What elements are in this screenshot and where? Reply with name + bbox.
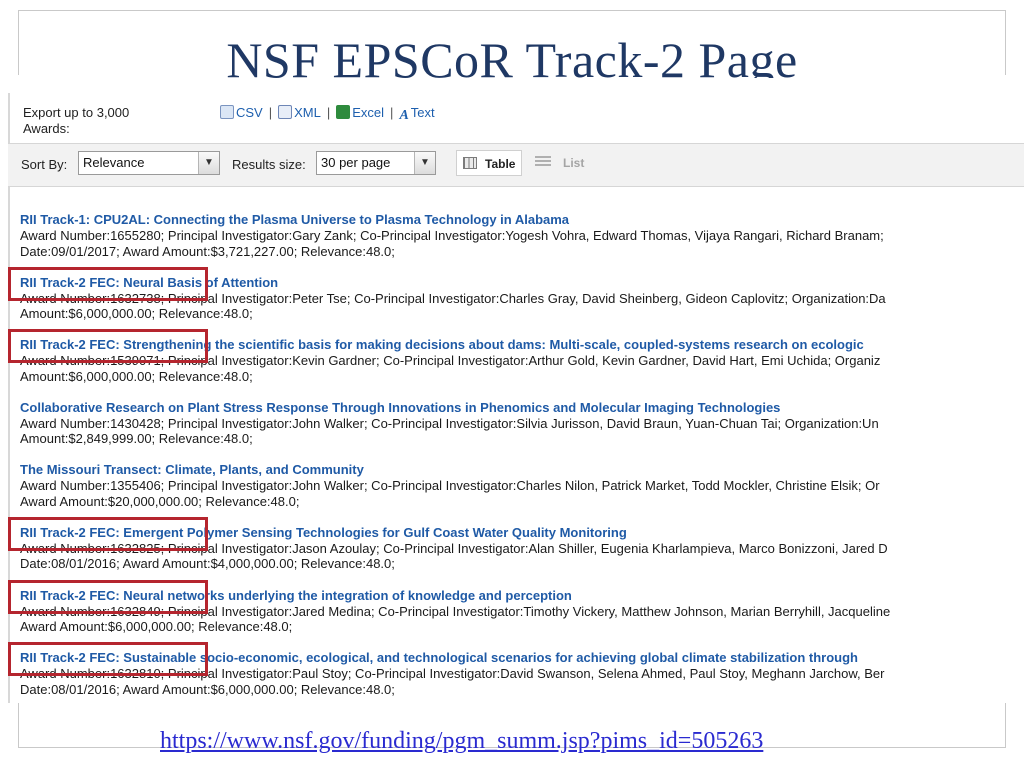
slide-title: NSF EPSCoR Track-2 Page [226, 32, 798, 78]
result-amount: Amount:$2,849,999.00; Relevance:48.0; [20, 431, 253, 447]
text-file-icon: A [399, 108, 409, 123]
nsf-search-screenshot: Export up to 3,000 Awards: CSV | XML | Excel… [8, 75, 1024, 703]
highlight-box [8, 329, 208, 364]
result-title-link[interactable]: Collaborative Research on Plant Stress R… [20, 400, 1024, 416]
table-grid-icon [463, 157, 477, 169]
results-size-label: Results size: [232, 157, 306, 172]
export-links: CSV | XML | Excel | A Text [220, 105, 435, 124]
csv-file-icon [220, 105, 234, 119]
export-label: Export up to 3,000 Awards: [23, 105, 130, 136]
result-amount: Date:08/01/2016; Award Amount:$4,000,000… [20, 556, 395, 572]
export-excel-link[interactable]: Excel [352, 105, 384, 120]
result-amount: Award Amount:$20,000,000.00; Relevance:4… [20, 493, 300, 509]
result-details: Award Number:1655280; Principal Investig… [20, 228, 884, 243]
result-item: Collaborative Research on Plant Stress R… [20, 400, 1024, 463]
list-view-button[interactable]: List [535, 150, 584, 176]
chevron-down-icon[interactable]: ▼ [198, 152, 219, 174]
chevron-down-icon[interactable]: ▼ [414, 152, 435, 174]
table-view-label: Table [485, 157, 516, 171]
highlight-box [8, 642, 208, 677]
export-csv-link[interactable]: CSV [236, 105, 263, 120]
result-amount: Amount:$6,000,000.00; Relevance:48.0; [20, 306, 253, 322]
result-title-link[interactable]: The Missouri Transect: Climate, Plants, … [20, 462, 1024, 478]
result-item: RII Track-1: CPU2AL: Connecting the Plas… [20, 212, 1024, 275]
list-view-label: List [563, 156, 585, 170]
export-text-link[interactable]: Text [411, 105, 435, 120]
list-icon [535, 156, 551, 168]
excel-file-icon [336, 105, 351, 119]
export-xml-link[interactable]: XML [294, 105, 321, 120]
result-amount: Date:09/01/2017; Award Amount:$3,721,227… [20, 243, 395, 259]
result-title-link[interactable]: RII Track-1: CPU2AL: Connecting the Plas… [20, 212, 1024, 228]
result-item: The Missouri Transect: Climate, Plants, … [20, 462, 1024, 525]
xml-file-icon [278, 105, 293, 119]
result-item: RII Track-2 FEC: Sustainable socio-econo… [8, 642, 1024, 703]
highlight-box [8, 266, 208, 301]
result-amount: Date:08/01/2016; Award Amount:$6,000,000… [20, 681, 395, 697]
table-view-button[interactable]: Table [456, 150, 523, 176]
separator: | [390, 105, 394, 120]
result-item: RII Track-2 FEC: Neural networks underly… [8, 579, 1024, 651]
highlight-box [8, 516, 208, 551]
result-amount: Amount:$6,000,000.00; Relevance:48.0; [20, 368, 253, 384]
highlight-box [8, 579, 208, 614]
results-list: RII Track-1: CPU2AL: Connecting the Plas… [8, 212, 1024, 703]
result-amount: Award Amount:$6,000,000.00; Relevance:48… [20, 619, 293, 635]
result-item: RII Track-2 FEC: Strengthening the scien… [8, 329, 1024, 400]
separator: | [326, 105, 331, 120]
sort-by-value: Relevance [83, 155, 145, 170]
separator: | [268, 105, 273, 120]
sort-toolbar: Sort By: Relevance ▼ Results size: 30 pe… [8, 143, 1024, 187]
result-details: Award Number:1355406; Principal Investig… [20, 478, 880, 494]
results-size-value: 30 per page [321, 155, 391, 170]
sort-by-select[interactable]: Relevance ▼ [78, 151, 220, 175]
result-details: Award Number:1430428; Principal Investig… [20, 415, 879, 431]
program-url-link[interactable]: https://www.nsf.gov/funding/pgm_summ.jsp… [160, 728, 763, 755]
results-size-select[interactable]: 30 per page ▼ [316, 151, 436, 175]
result-item: RII Track-2 FEC: Neural Basis of Attenti… [8, 266, 1024, 338]
result-item: RII Track-2 FEC: Emergent Polymer Sensin… [8, 516, 1024, 588]
sort-by-label: Sort By: [21, 157, 68, 172]
